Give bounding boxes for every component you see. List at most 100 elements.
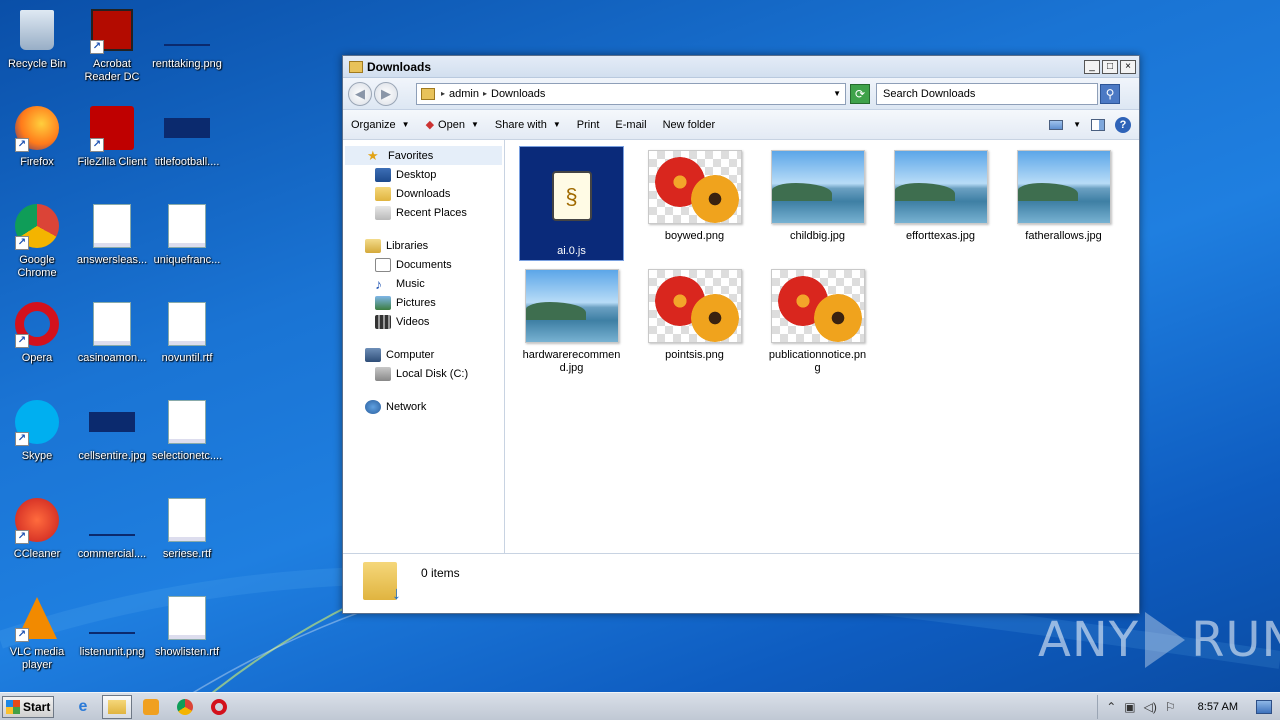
anyrun-watermark: ANY RUN — [1038, 612, 1280, 668]
taskbar-ie[interactable]: e — [68, 695, 98, 719]
desktop-icon[interactable]: Recycle Bin — [0, 6, 74, 71]
desktop-icon[interactable]: casinoamon... — [75, 300, 149, 365]
new-folder-button[interactable]: New folder — [663, 119, 716, 131]
close-button[interactable]: × — [1120, 59, 1136, 74]
ccleaner-icon: ↗ — [13, 496, 61, 544]
file-item[interactable]: publicationnotice.png — [765, 265, 870, 380]
breadcrumb-admin[interactable]: admin — [449, 88, 479, 100]
show-hidden-icons-icon[interactable]: ⌃ — [1106, 700, 1116, 714]
nav-documents[interactable]: Documents — [343, 255, 504, 274]
explorer-window[interactable]: Downloads _ □ × ◀ ▶ ▸ admin ▸ Downloads … — [342, 55, 1140, 614]
share-with-button[interactable]: Share with ▼ — [495, 119, 561, 131]
show-desktop-button[interactable] — [1256, 699, 1272, 714]
nav-libraries[interactable]: Libraries — [343, 236, 504, 255]
nav-downloads[interactable]: Downloads — [343, 184, 504, 203]
nav-label: Computer — [386, 348, 435, 361]
desktop-icon[interactable]: commercial.... — [75, 496, 149, 561]
desktop-icon[interactable]: novuntil.rtf — [150, 300, 224, 365]
desktop-icon-label: Skype — [21, 450, 53, 462]
nav-desktop[interactable]: Desktop — [343, 165, 504, 184]
nav-videos[interactable]: Videos — [343, 312, 504, 331]
chevron-down-icon: ▼ — [401, 120, 410, 129]
breadcrumb-downloads[interactable]: Downloads — [491, 88, 545, 100]
desktop-icon[interactable]: cellsentire.jpg — [75, 398, 149, 463]
start-button[interactable]: Start — [2, 695, 54, 718]
system-tray: ⌃ ▣ ◁) ⚐ 8:57 AM — [1097, 694, 1280, 719]
organize-label: Organize — [351, 118, 396, 131]
volume-icon[interactable]: ◁) — [1144, 700, 1157, 714]
print-button[interactable]: Print — [577, 119, 600, 131]
desktop-icon[interactable]: renttaking.png — [150, 6, 224, 71]
open-button[interactable]: ◆ Open ▼ — [426, 118, 479, 132]
command-bar: Organize ▼ ◆ Open ▼ Share with ▼ Print E… — [343, 110, 1139, 140]
taskbar-media-player[interactable] — [136, 695, 166, 719]
nav-computer[interactable]: Computer — [343, 345, 504, 364]
taskbar-chrome[interactable] — [170, 695, 200, 719]
nav-label: Videos — [396, 315, 430, 328]
help-icon[interactable]: ? — [1115, 116, 1131, 133]
minimize-button[interactable]: _ — [1084, 59, 1100, 74]
chevron-down-icon[interactable]: ▼ — [1073, 120, 1081, 129]
desktop-icon[interactable]: listenunit.png — [75, 594, 149, 659]
taskbar-explorer[interactable] — [102, 694, 132, 719]
preview-pane-icon[interactable] — [1091, 118, 1105, 131]
word-doc-icon-shape — [93, 204, 131, 248]
chevron-right-icon[interactable]: ▸ — [441, 89, 445, 98]
file-item[interactable]: fatherallows.jpg — [1011, 146, 1116, 261]
word-doc-icon-shape — [168, 596, 206, 640]
chevron-down-icon[interactable]: ▼ — [833, 89, 841, 98]
desktop-icon[interactable]: ↗ VLC media player — [0, 594, 74, 672]
file-item[interactable]: § ai.0.js — [519, 146, 624, 261]
desktop-icon[interactable]: ↗ Acrobat Reader DC — [75, 6, 149, 84]
search-input[interactable]: Search Downloads — [876, 82, 1098, 105]
file-item[interactable]: efforttexas.jpg — [888, 146, 993, 261]
image-file-icon — [163, 104, 211, 152]
desktop-icon[interactable]: answersleas... — [75, 202, 149, 267]
desktop-icon[interactable]: uniquefranc... — [150, 202, 224, 267]
desktop-icon[interactable]: ↗ Skype — [0, 398, 74, 463]
nav-recent-places[interactable]: Recent Places — [343, 203, 504, 222]
file-item[interactable]: pointsis.png — [642, 265, 747, 380]
email-button[interactable]: E-mail — [615, 119, 646, 131]
recycle-bin-icon-shape — [20, 10, 54, 50]
nav-pictures[interactable]: Pictures — [343, 293, 504, 312]
desktop-icon[interactable]: titlefootball.... — [150, 104, 224, 169]
script-file-icon: § — [525, 151, 619, 241]
desktop-icon[interactable]: seriese.rtf — [150, 496, 224, 561]
refresh-button[interactable]: ⟳ — [850, 83, 870, 104]
search-icon[interactable]: ⚲ — [1100, 83, 1120, 104]
file-list[interactable]: § ai.0.js boywed.png childbig.jpg efforttexa… — [505, 140, 1139, 553]
nav-network[interactable]: Network — [343, 397, 504, 416]
nav-label: Downloads — [396, 187, 451, 200]
desktop-icon[interactable]: ↗ FileZilla Client — [75, 104, 149, 169]
skype-icon: ↗ — [13, 398, 61, 446]
change-view-icon[interactable] — [1049, 119, 1064, 130]
address-bar[interactable]: ▸ admin ▸ Downloads ▼ — [416, 82, 846, 105]
forward-button[interactable]: ▶ — [374, 81, 398, 106]
action-center-flag-icon[interactable]: ⚐ — [1165, 700, 1176, 714]
file-item[interactable]: boywed.png — [642, 146, 747, 261]
nav-music[interactable]: ♪ Music — [343, 274, 504, 293]
libraries-icon — [365, 238, 381, 253]
file-item[interactable]: hardwarerecommend.jpg — [519, 265, 624, 380]
title-bar[interactable]: Downloads _ □ × — [343, 56, 1139, 78]
nav-local-disk[interactable]: Local Disk (C:) — [343, 364, 504, 383]
chevron-right-icon[interactable]: ▸ — [483, 89, 487, 98]
back-button[interactable]: ◀ — [348, 81, 372, 106]
clock[interactable]: 8:57 AM — [1198, 701, 1238, 713]
acrobat-icon: ↗ — [88, 6, 136, 54]
desktop-icon[interactable]: selectionetc.... — [150, 398, 224, 463]
watermark-left: ANY — [1038, 612, 1140, 668]
desktop-icon[interactable]: ↗ Firefox — [0, 104, 74, 169]
organize-button[interactable]: Organize ▼ — [351, 119, 410, 131]
desktop-icon[interactable]: ↗ CCleaner — [0, 496, 74, 561]
desktop-icon[interactable]: ↗ Google Chrome — [0, 202, 74, 280]
file-item[interactable]: childbig.jpg — [765, 146, 870, 261]
maximize-button[interactable]: □ — [1102, 59, 1118, 74]
network-tray-icon[interactable]: ▣ — [1124, 700, 1135, 714]
desktop-icon-label: CCleaner — [13, 548, 61, 560]
desktop-icon[interactable]: showlisten.rtf — [150, 594, 224, 659]
taskbar-opera[interactable] — [204, 695, 234, 719]
desktop-icon[interactable]: ↗ Opera — [0, 300, 74, 365]
nav-favorites[interactable]: ★ Favorites — [345, 146, 502, 165]
